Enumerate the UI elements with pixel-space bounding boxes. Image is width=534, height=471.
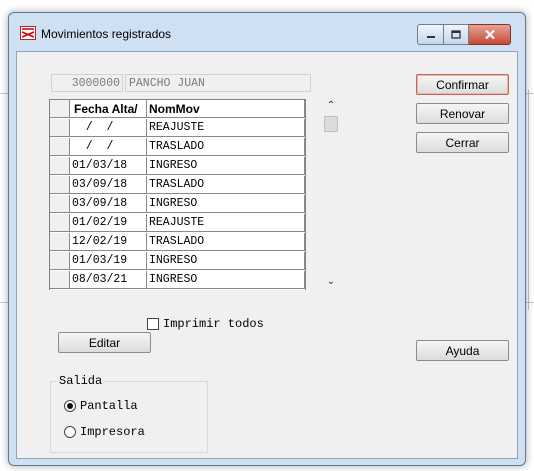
row-selector[interactable]	[50, 157, 70, 175]
confirmar-button[interactable]: Confirmar	[416, 74, 509, 95]
cell-fecha[interactable]: 01/02/19	[70, 214, 147, 232]
table-row[interactable]: 03/09/18 TRASLADO	[50, 176, 305, 195]
row-selector-header	[50, 100, 70, 118]
table-row[interactable]: 03/09/18 INGRESO	[50, 195, 305, 214]
salida-groupbox	[50, 381, 208, 453]
cell-fecha[interactable]: 01/03/18	[70, 157, 147, 175]
radio-impresora[interactable]: Impresora	[64, 425, 145, 439]
radio-pantalla[interactable]: Pantalla	[64, 399, 138, 413]
cell-nommov[interactable]: INGRESO	[147, 157, 305, 175]
row-selector[interactable]	[50, 214, 70, 232]
cell-nommov[interactable]: TRASLADO	[147, 176, 305, 194]
table-row[interactable]: 01/03/18 INGRESO	[50, 157, 305, 176]
radio-button[interactable]	[64, 426, 76, 438]
table-row[interactable]: / / REAJUSTE	[50, 119, 305, 138]
print-all-label: Imprimir todos	[163, 317, 264, 331]
employee-code-field: 3000000	[51, 74, 123, 92]
radio-pantalla-label: Pantalla	[80, 399, 138, 413]
maximize-button[interactable]	[444, 24, 469, 45]
grid-scrollbar[interactable]: ⌃ ⌄	[323, 99, 339, 289]
scrollbar-thumb[interactable]	[324, 116, 338, 132]
radio-button[interactable]	[64, 400, 76, 412]
cell-nommov[interactable]: INGRESO	[147, 195, 305, 213]
cell-fecha[interactable]: 03/09/18	[70, 176, 147, 194]
cell-fecha[interactable]: 12/02/19	[70, 233, 147, 251]
dialog-window: Movimientos registrados 3000000 PANCHO J…	[8, 12, 526, 466]
minimize-icon	[426, 35, 435, 38]
row-selector[interactable]	[50, 233, 70, 251]
app-logo-icon	[20, 26, 36, 40]
title-bar[interactable]: Movimientos registrados	[9, 13, 525, 51]
row-selector[interactable]	[50, 138, 70, 156]
minimize-button[interactable]	[417, 24, 444, 45]
row-selector[interactable]	[50, 252, 70, 270]
chevron-down-icon[interactable]: ⌄	[323, 275, 339, 289]
cell-fecha[interactable]: 08/03/21	[70, 271, 147, 289]
row-selector[interactable]	[50, 119, 70, 137]
table-row[interactable]: 01/03/19 INGRESO	[50, 252, 305, 271]
cell-nommov[interactable]: INGRESO	[147, 271, 305, 289]
movements-grid[interactable]: Fecha Alta/ NomMov / / REAJUSTE / / TRAS…	[49, 99, 306, 290]
salida-group-label: Salida	[57, 374, 105, 388]
table-row[interactable]: 08/03/21 INGRESO	[50, 271, 305, 290]
radio-selected-dot	[67, 403, 73, 409]
table-row[interactable]: 01/02/19 REAJUSTE	[50, 214, 305, 233]
cell-nommov[interactable]: INGRESO	[147, 252, 305, 270]
cerrar-button[interactable]: Cerrar	[416, 132, 509, 153]
column-header-nommov[interactable]: NomMov	[147, 100, 305, 118]
row-selector[interactable]	[50, 271, 70, 289]
checkbox-box[interactable]	[147, 318, 159, 330]
close-button[interactable]	[469, 24, 511, 45]
maximize-icon	[451, 30, 461, 39]
chevron-up-icon[interactable]: ⌃	[323, 99, 339, 113]
print-all-checkbox[interactable]: Imprimir todos	[147, 317, 264, 331]
cell-nommov[interactable]: TRASLADO	[147, 233, 305, 251]
cell-nommov[interactable]: REAJUSTE	[147, 119, 305, 137]
column-header-fecha[interactable]: Fecha Alta/	[70, 100, 147, 118]
cell-fecha[interactable]: 01/03/19	[70, 252, 147, 270]
renovar-button[interactable]: Renovar	[416, 103, 509, 124]
row-selector[interactable]	[50, 195, 70, 213]
ayuda-button[interactable]: Ayuda	[416, 340, 509, 361]
employee-name-field: PANCHO JUAN	[125, 74, 311, 92]
close-icon	[484, 29, 495, 40]
cell-fecha[interactable]: / /	[70, 138, 147, 156]
cell-nommov[interactable]: REAJUSTE	[147, 214, 305, 232]
background-divider	[528, 90, 529, 310]
window-title: Movimientos registrados	[41, 27, 172, 41]
editar-button[interactable]: Editar	[58, 332, 151, 353]
caption-buttons	[417, 24, 511, 45]
cell-nommov[interactable]: TRASLADO	[147, 138, 305, 156]
dialog-client-area: 3000000 PANCHO JUAN Fecha Alta/ NomMov /…	[16, 51, 518, 459]
row-selector[interactable]	[50, 176, 70, 194]
cell-fecha[interactable]: 03/09/18	[70, 195, 147, 213]
table-row[interactable]: / / TRASLADO	[50, 138, 305, 157]
table-row[interactable]: 12/02/19 TRASLADO	[50, 233, 305, 252]
radio-impresora-label: Impresora	[80, 425, 145, 439]
cell-fecha[interactable]: / /	[70, 119, 147, 137]
grid-header-row: Fecha Alta/ NomMov	[50, 100, 305, 119]
